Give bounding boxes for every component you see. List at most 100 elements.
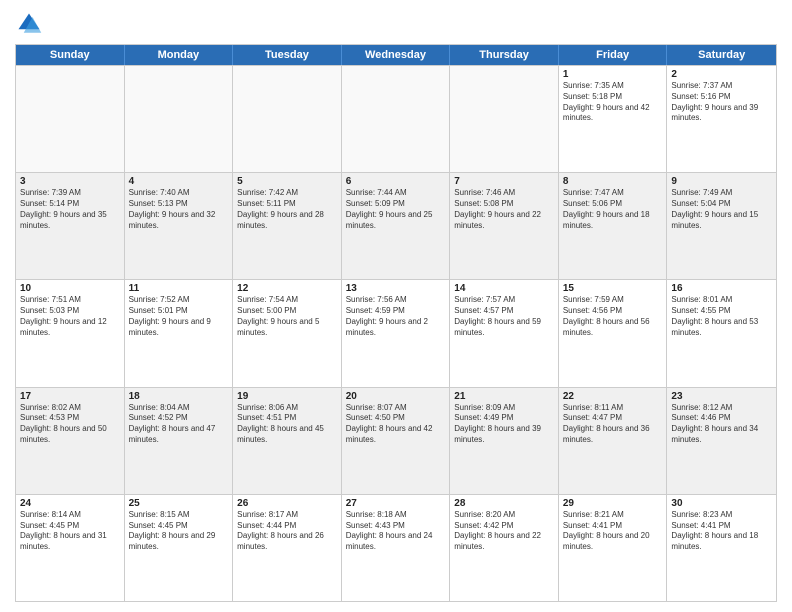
cell-info: Sunrise: 8:06 AM Sunset: 4:51 PM Dayligh…: [237, 403, 337, 446]
day-number: 22: [563, 391, 663, 402]
calendar-cell: [342, 66, 451, 172]
calendar-cell: 11Sunrise: 7:52 AM Sunset: 5:01 PM Dayli…: [125, 280, 234, 386]
calendar-cell: 10Sunrise: 7:51 AM Sunset: 5:03 PM Dayli…: [16, 280, 125, 386]
day-number: 20: [346, 391, 446, 402]
cell-info: Sunrise: 7:49 AM Sunset: 5:04 PM Dayligh…: [671, 188, 772, 231]
day-header: Thursday: [450, 45, 559, 65]
cell-info: Sunrise: 8:11 AM Sunset: 4:47 PM Dayligh…: [563, 403, 663, 446]
cell-info: Sunrise: 7:52 AM Sunset: 5:01 PM Dayligh…: [129, 295, 229, 338]
cell-info: Sunrise: 7:40 AM Sunset: 5:13 PM Dayligh…: [129, 188, 229, 231]
calendar-header: SundayMondayTuesdayWednesdayThursdayFrid…: [16, 45, 776, 65]
calendar-cell: 14Sunrise: 7:57 AM Sunset: 4:57 PM Dayli…: [450, 280, 559, 386]
calendar-cell: [125, 66, 234, 172]
calendar-cell: 26Sunrise: 8:17 AM Sunset: 4:44 PM Dayli…: [233, 495, 342, 601]
cell-info: Sunrise: 7:35 AM Sunset: 5:18 PM Dayligh…: [563, 81, 663, 124]
cell-info: Sunrise: 7:46 AM Sunset: 5:08 PM Dayligh…: [454, 188, 554, 231]
day-number: 9: [671, 176, 772, 187]
cell-info: Sunrise: 8:12 AM Sunset: 4:46 PM Dayligh…: [671, 403, 772, 446]
page: SundayMondayTuesdayWednesdayThursdayFrid…: [0, 0, 792, 612]
calendar-row: 1Sunrise: 7:35 AM Sunset: 5:18 PM Daylig…: [16, 65, 776, 172]
day-number: 14: [454, 283, 554, 294]
day-number: 21: [454, 391, 554, 402]
day-number: 19: [237, 391, 337, 402]
day-header: Sunday: [16, 45, 125, 65]
day-header: Wednesday: [342, 45, 451, 65]
day-header: Monday: [125, 45, 234, 65]
calendar-cell: 12Sunrise: 7:54 AM Sunset: 5:00 PM Dayli…: [233, 280, 342, 386]
calendar-cell: 18Sunrise: 8:04 AM Sunset: 4:52 PM Dayli…: [125, 388, 234, 494]
calendar-cell: 2Sunrise: 7:37 AM Sunset: 5:16 PM Daylig…: [667, 66, 776, 172]
cell-info: Sunrise: 8:18 AM Sunset: 4:43 PM Dayligh…: [346, 510, 446, 553]
cell-info: Sunrise: 7:59 AM Sunset: 4:56 PM Dayligh…: [563, 295, 663, 338]
cell-info: Sunrise: 7:37 AM Sunset: 5:16 PM Dayligh…: [671, 81, 772, 124]
calendar-cell: [450, 66, 559, 172]
calendar-cell: 19Sunrise: 8:06 AM Sunset: 4:51 PM Dayli…: [233, 388, 342, 494]
day-number: 12: [237, 283, 337, 294]
cell-info: Sunrise: 7:44 AM Sunset: 5:09 PM Dayligh…: [346, 188, 446, 231]
day-number: 16: [671, 283, 772, 294]
cell-info: Sunrise: 8:02 AM Sunset: 4:53 PM Dayligh…: [20, 403, 120, 446]
day-number: 7: [454, 176, 554, 187]
day-number: 11: [129, 283, 229, 294]
day-header: Saturday: [667, 45, 776, 65]
cell-info: Sunrise: 7:42 AM Sunset: 5:11 PM Dayligh…: [237, 188, 337, 231]
calendar-row: 10Sunrise: 7:51 AM Sunset: 5:03 PM Dayli…: [16, 279, 776, 386]
logo-icon: [15, 10, 43, 38]
calendar-cell: 28Sunrise: 8:20 AM Sunset: 4:42 PM Dayli…: [450, 495, 559, 601]
day-number: 1: [563, 69, 663, 80]
day-number: 27: [346, 498, 446, 509]
day-number: 30: [671, 498, 772, 509]
calendar-cell: 8Sunrise: 7:47 AM Sunset: 5:06 PM Daylig…: [559, 173, 668, 279]
day-number: 24: [20, 498, 120, 509]
calendar-body: 1Sunrise: 7:35 AM Sunset: 5:18 PM Daylig…: [16, 65, 776, 601]
cell-info: Sunrise: 7:39 AM Sunset: 5:14 PM Dayligh…: [20, 188, 120, 231]
calendar-cell: 27Sunrise: 8:18 AM Sunset: 4:43 PM Dayli…: [342, 495, 451, 601]
calendar-cell: 25Sunrise: 8:15 AM Sunset: 4:45 PM Dayli…: [125, 495, 234, 601]
calendar-cell: 21Sunrise: 8:09 AM Sunset: 4:49 PM Dayli…: [450, 388, 559, 494]
calendar-cell: 20Sunrise: 8:07 AM Sunset: 4:50 PM Dayli…: [342, 388, 451, 494]
day-number: 23: [671, 391, 772, 402]
day-number: 29: [563, 498, 663, 509]
calendar-row: 3Sunrise: 7:39 AM Sunset: 5:14 PM Daylig…: [16, 172, 776, 279]
calendar-cell: 1Sunrise: 7:35 AM Sunset: 5:18 PM Daylig…: [559, 66, 668, 172]
calendar-cell: 9Sunrise: 7:49 AM Sunset: 5:04 PM Daylig…: [667, 173, 776, 279]
calendar-row: 24Sunrise: 8:14 AM Sunset: 4:45 PM Dayli…: [16, 494, 776, 601]
calendar-cell: 22Sunrise: 8:11 AM Sunset: 4:47 PM Dayli…: [559, 388, 668, 494]
calendar: SundayMondayTuesdayWednesdayThursdayFrid…: [15, 44, 777, 602]
day-header: Friday: [559, 45, 668, 65]
calendar-cell: 7Sunrise: 7:46 AM Sunset: 5:08 PM Daylig…: [450, 173, 559, 279]
day-number: 3: [20, 176, 120, 187]
day-number: 5: [237, 176, 337, 187]
calendar-cell: 24Sunrise: 8:14 AM Sunset: 4:45 PM Dayli…: [16, 495, 125, 601]
calendar-cell: 30Sunrise: 8:23 AM Sunset: 4:41 PM Dayli…: [667, 495, 776, 601]
cell-info: Sunrise: 7:56 AM Sunset: 4:59 PM Dayligh…: [346, 295, 446, 338]
calendar-cell: 4Sunrise: 7:40 AM Sunset: 5:13 PM Daylig…: [125, 173, 234, 279]
cell-info: Sunrise: 7:57 AM Sunset: 4:57 PM Dayligh…: [454, 295, 554, 338]
cell-info: Sunrise: 8:17 AM Sunset: 4:44 PM Dayligh…: [237, 510, 337, 553]
day-number: 13: [346, 283, 446, 294]
day-number: 4: [129, 176, 229, 187]
day-number: 15: [563, 283, 663, 294]
day-number: 10: [20, 283, 120, 294]
calendar-cell: 15Sunrise: 7:59 AM Sunset: 4:56 PM Dayli…: [559, 280, 668, 386]
cell-info: Sunrise: 8:01 AM Sunset: 4:55 PM Dayligh…: [671, 295, 772, 338]
calendar-cell: 5Sunrise: 7:42 AM Sunset: 5:11 PM Daylig…: [233, 173, 342, 279]
day-header: Tuesday: [233, 45, 342, 65]
cell-info: Sunrise: 7:47 AM Sunset: 5:06 PM Dayligh…: [563, 188, 663, 231]
calendar-cell: 16Sunrise: 8:01 AM Sunset: 4:55 PM Dayli…: [667, 280, 776, 386]
calendar-cell: 29Sunrise: 8:21 AM Sunset: 4:41 PM Dayli…: [559, 495, 668, 601]
day-number: 25: [129, 498, 229, 509]
cell-info: Sunrise: 8:23 AM Sunset: 4:41 PM Dayligh…: [671, 510, 772, 553]
calendar-cell: 3Sunrise: 7:39 AM Sunset: 5:14 PM Daylig…: [16, 173, 125, 279]
cell-info: Sunrise: 7:51 AM Sunset: 5:03 PM Dayligh…: [20, 295, 120, 338]
day-number: 2: [671, 69, 772, 80]
cell-info: Sunrise: 8:21 AM Sunset: 4:41 PM Dayligh…: [563, 510, 663, 553]
calendar-cell: 6Sunrise: 7:44 AM Sunset: 5:09 PM Daylig…: [342, 173, 451, 279]
calendar-row: 17Sunrise: 8:02 AM Sunset: 4:53 PM Dayli…: [16, 387, 776, 494]
day-number: 26: [237, 498, 337, 509]
day-number: 8: [563, 176, 663, 187]
calendar-cell: 17Sunrise: 8:02 AM Sunset: 4:53 PM Dayli…: [16, 388, 125, 494]
cell-info: Sunrise: 8:09 AM Sunset: 4:49 PM Dayligh…: [454, 403, 554, 446]
cell-info: Sunrise: 8:20 AM Sunset: 4:42 PM Dayligh…: [454, 510, 554, 553]
cell-info: Sunrise: 8:15 AM Sunset: 4:45 PM Dayligh…: [129, 510, 229, 553]
